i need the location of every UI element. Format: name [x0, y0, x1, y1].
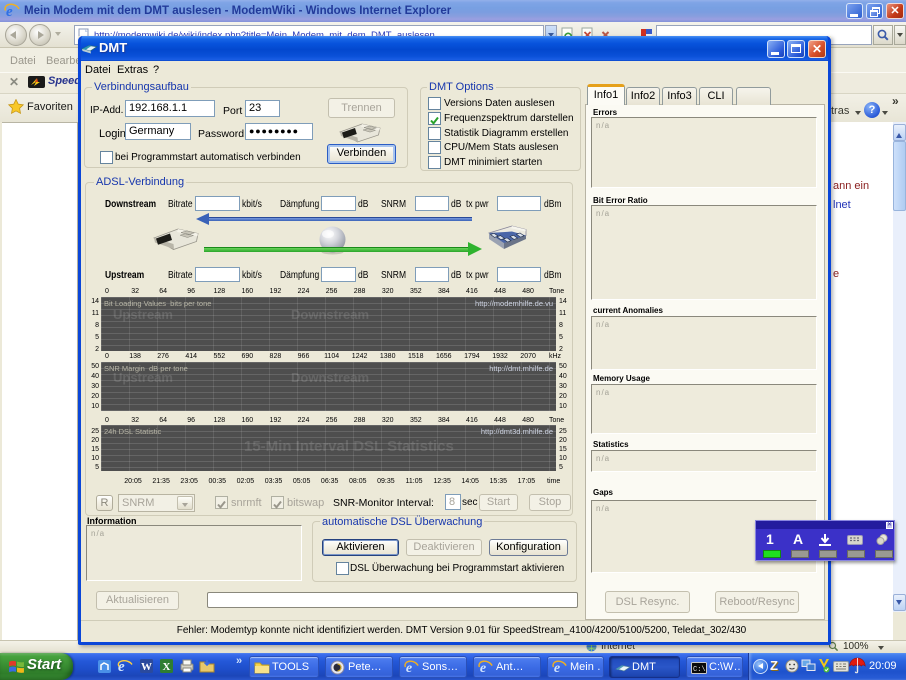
svg-text:W: W — [141, 661, 152, 673]
svg-text:X: X — [163, 661, 171, 673]
svg-text:e: e — [6, 4, 13, 19]
svg-text:C:\: C:\ — [693, 666, 706, 674]
